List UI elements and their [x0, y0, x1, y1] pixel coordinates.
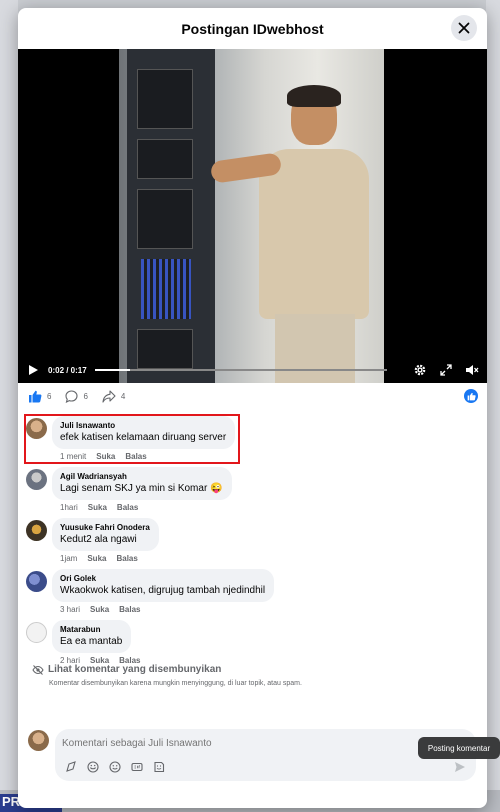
video-progress-fill: [94, 369, 130, 371]
comment-like-button[interactable]: Suka: [90, 605, 109, 614]
comment-text: Ea ea mantab: [60, 636, 123, 647]
comment-author[interactable]: Matarabun: [60, 625, 122, 634]
comment-time[interactable]: 1jam: [60, 554, 77, 563]
like-reaction-badge[interactable]: [464, 389, 478, 403]
avatar-sticker-icon[interactable]: [65, 761, 77, 773]
send-icon[interactable]: [454, 761, 466, 773]
comment-count-label: 6: [83, 391, 88, 401]
reactions-bar: 6 6 4: [18, 388, 487, 404]
person-image: [259, 149, 369, 319]
like-count-label: 6: [47, 391, 52, 401]
comment-meta: 1hari Suka Balas: [52, 503, 232, 512]
post-modal: Postingan IDwebhost 0:02 / 0:17 6 6 4 Ju…: [18, 8, 487, 808]
video-player[interactable]: 0:02 / 0:17: [18, 49, 487, 383]
highlight-box: [24, 414, 240, 464]
comment-item: Ori Golek Wkaokwok katisen, digrujug tam…: [26, 569, 476, 614]
comment-bubble: Agil Wadriansyah Lagi senam SKJ ya min s…: [52, 467, 232, 500]
avatar[interactable]: [26, 571, 47, 592]
background-right-column: [486, 0, 500, 812]
comment-text: Kedut2 ala ngawi: [60, 534, 137, 545]
comment-author[interactable]: Yuusuke Fahri Onodera: [60, 523, 150, 532]
share-count[interactable]: 4: [102, 389, 126, 403]
hidden-comments-link[interactable]: Lihat komentar yang disembunyikan: [32, 664, 302, 675]
share-arrow-icon: [102, 389, 116, 403]
mute-icon[interactable]: [465, 363, 479, 377]
sticker-icon[interactable]: [153, 761, 165, 773]
modal-title: Postingan IDwebhost: [181, 20, 324, 37]
play-icon[interactable]: [26, 363, 40, 377]
comment-meta: 1jam Suka Balas: [52, 554, 159, 563]
comment-time[interactable]: 1hari: [60, 503, 78, 512]
post-comment-tooltip: Posting komentar: [418, 737, 500, 759]
modal-header: Postingan IDwebhost: [18, 8, 487, 49]
hidden-comments-title: Lihat komentar yang disembunyikan: [48, 664, 222, 675]
video-time: 0:02 / 0:17: [48, 365, 87, 375]
eye-slash-icon: [32, 664, 44, 675]
comment-meta: 3 hari Suka Balas: [52, 605, 274, 614]
share-count-label: 4: [120, 391, 126, 401]
video-frame: [119, 49, 384, 383]
comment-count[interactable]: 6: [65, 389, 88, 403]
comment-item: Agil Wadriansyah Lagi senam SKJ ya min s…: [26, 467, 476, 512]
avatar[interactable]: [28, 730, 49, 751]
comment-input[interactable]: [62, 738, 422, 749]
like-count[interactable]: 6: [28, 390, 51, 403]
comment-item: Juli Isnawanto efek katisen kelamaan dir…: [24, 414, 476, 464]
comment-item: Yuusuke Fahri Onodera Kedut2 ala ngawi 1…: [26, 518, 476, 563]
smiley-icon[interactable]: [109, 761, 121, 773]
comment-bubble: Matarabun Ea ea mantab: [52, 620, 132, 653]
comment-like-button[interactable]: Suka: [87, 554, 106, 563]
gif-icon[interactable]: [131, 761, 143, 773]
comment-time[interactable]: 3 hari: [60, 605, 80, 614]
comment-bubble: Ori Golek Wkaokwok katisen, digrujug tam…: [52, 569, 275, 602]
comment-author[interactable]: Agil Wadriansyah: [60, 472, 223, 481]
avatar[interactable]: [26, 520, 47, 541]
close-icon: [458, 22, 470, 34]
close-button[interactable]: [451, 15, 477, 41]
avatar[interactable]: [26, 622, 47, 643]
comment-bubble-icon: [65, 389, 79, 403]
comment-text: Lagi senam SKJ ya min si Komar 😜: [60, 483, 223, 494]
like-thumb-icon: [29, 390, 42, 402]
video-progress-bar[interactable]: [94, 369, 387, 371]
comments-list: Juli Isnawanto efek katisen kelamaan dir…: [24, 414, 476, 671]
comment-bubble: Yuusuke Fahri Onodera Kedut2 ala ngawi: [52, 518, 159, 551]
background-left-column: [0, 0, 18, 812]
hidden-comments-description: Komentar disembunyikan karena mungkin me…: [49, 680, 302, 687]
comment-reply-button[interactable]: Balas: [119, 605, 140, 614]
comment-text: Wkaokwok katisen, digrujug tambah njedin…: [60, 585, 266, 596]
comment-like-button[interactable]: Suka: [88, 503, 107, 512]
server-rack-image: [127, 49, 215, 383]
like-thumb-icon: [467, 392, 476, 400]
comment-item: Matarabun Ea ea mantab 2 hari Suka Balas: [26, 620, 476, 665]
comment-reply-button[interactable]: Balas: [116, 554, 137, 563]
settings-gear-icon[interactable]: [413, 363, 427, 377]
hidden-comments-section: Lihat komentar yang disembunyikan Koment…: [32, 664, 302, 687]
composer-box: [55, 729, 476, 781]
fullscreen-icon[interactable]: [439, 363, 453, 377]
emoji-icon[interactable]: [87, 761, 99, 773]
avatar[interactable]: [26, 469, 47, 490]
composer-toolbar: [65, 761, 175, 773]
video-controls: 0:02 / 0:17: [18, 357, 487, 383]
comment-reply-button[interactable]: Balas: [117, 503, 138, 512]
comment-author[interactable]: Ori Golek: [60, 574, 265, 583]
